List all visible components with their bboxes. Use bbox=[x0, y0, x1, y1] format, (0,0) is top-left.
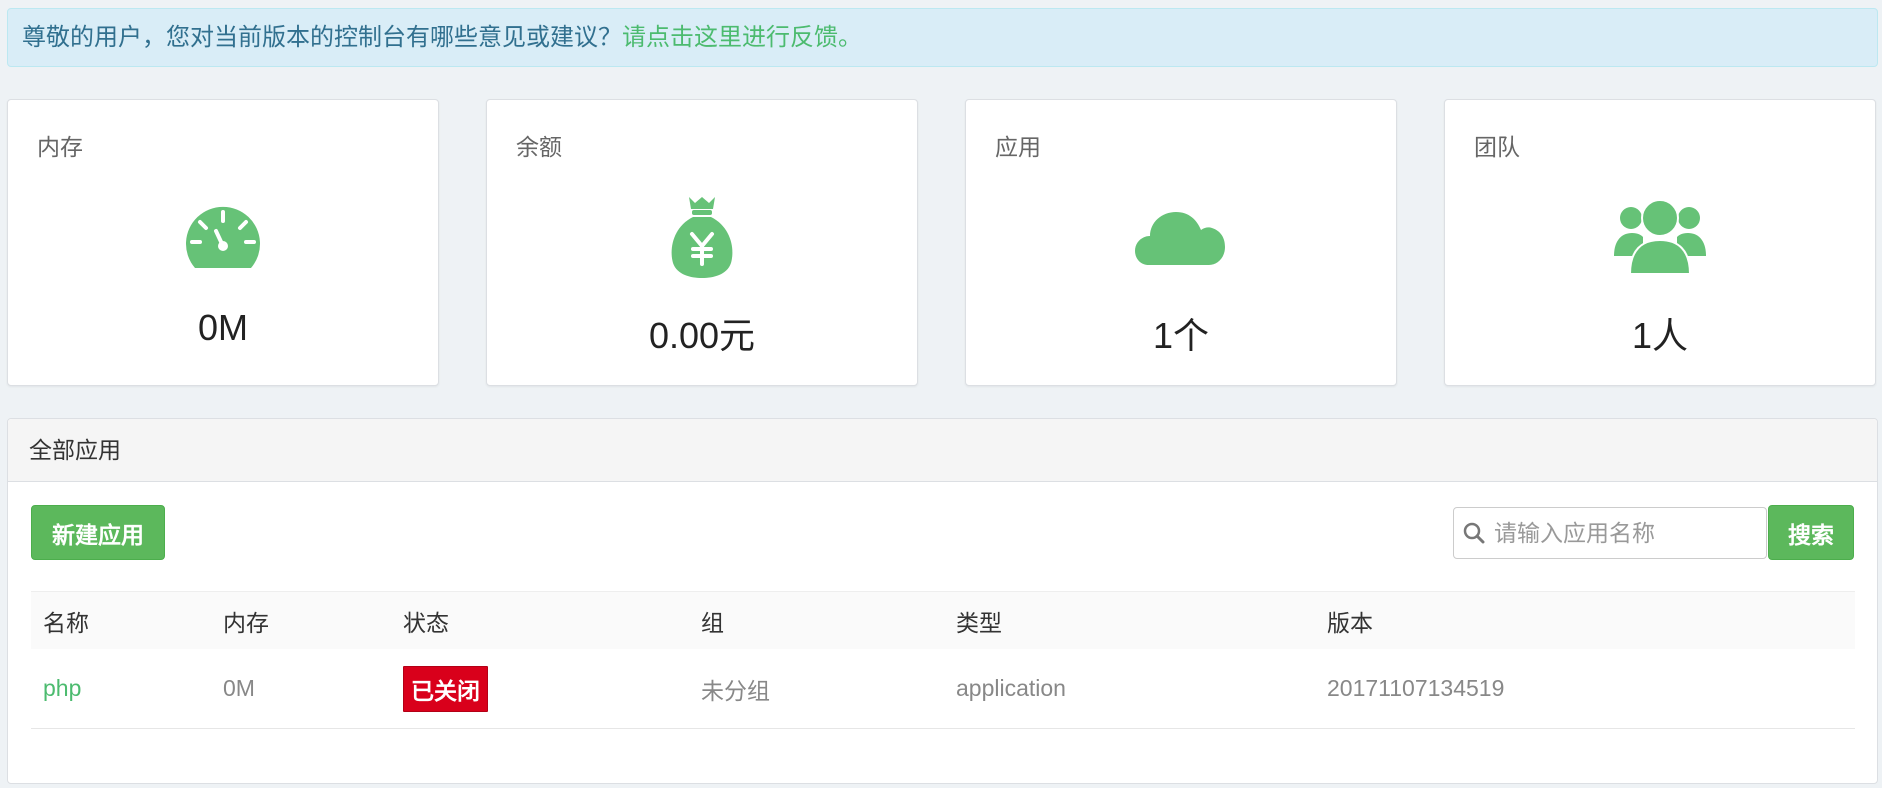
header-type: 类型 bbox=[956, 609, 1002, 636]
header-version: 版本 bbox=[1327, 609, 1373, 636]
stat-card-memory: 内存 0M bbox=[7, 99, 439, 386]
app-group: 未分组 bbox=[701, 677, 770, 704]
cloud-icon bbox=[1131, 191, 1231, 281]
app-memory: 0M bbox=[223, 675, 255, 701]
search-box bbox=[1453, 507, 1767, 559]
money-bag-icon bbox=[652, 191, 752, 281]
feedback-text: 尊敬的用户，您对当前版本的控制台有哪些意见或建议？ bbox=[22, 24, 622, 51]
stat-value: 1人 bbox=[1631, 315, 1689, 356]
header-name: 名称 bbox=[43, 609, 89, 636]
table-row: php 0M 已关闭 未分组 application 2017110713451… bbox=[31, 649, 1855, 729]
search-button[interactable]: 搜索 bbox=[1768, 505, 1854, 560]
apps-table: 名称 内存 状态 组 类型 版本 php 0M 已关闭 未分组 applicat… bbox=[31, 591, 1855, 729]
gauge-icon bbox=[173, 191, 273, 281]
app-type: application bbox=[956, 675, 1066, 701]
stat-value: 0M bbox=[197, 307, 248, 348]
new-app-button[interactable]: 新建应用 bbox=[31, 505, 165, 560]
stat-title: 内存 bbox=[37, 134, 83, 160]
stat-value: 0.00元 bbox=[648, 315, 756, 356]
feedback-link[interactable]: 请点击这里进行反馈。 bbox=[622, 24, 862, 51]
stat-card-team: 团队 1人 bbox=[1444, 99, 1876, 386]
app-version: 20171107134519 bbox=[1327, 675, 1505, 701]
header-memory: 内存 bbox=[223, 609, 269, 636]
stat-card-balance: 余额 0.00元 bbox=[486, 99, 918, 386]
app-name-link[interactable]: php bbox=[43, 675, 81, 702]
panel-title: 全部应用 bbox=[8, 419, 1877, 482]
users-icon bbox=[1610, 191, 1710, 281]
stat-card-apps: 应用 1个 bbox=[965, 99, 1397, 386]
header-status: 状态 bbox=[403, 609, 449, 636]
header-group: 组 bbox=[701, 609, 724, 636]
search-input[interactable] bbox=[1494, 519, 1760, 547]
status-badge: 已关闭 bbox=[403, 665, 488, 712]
stat-title: 应用 bbox=[995, 134, 1041, 160]
table-header: 名称 内存 状态 组 类型 版本 bbox=[31, 591, 1855, 649]
stat-title: 团队 bbox=[1474, 134, 1520, 160]
apps-panel: 全部应用 新建应用 搜索 名称 内存 状态 组 类型 版本 php 0M 已关闭… bbox=[7, 418, 1878, 784]
search-icon bbox=[1454, 522, 1494, 544]
stat-value: 1个 bbox=[1152, 315, 1210, 356]
stat-title: 余额 bbox=[516, 134, 562, 160]
feedback-alert: 尊敬的用户，您对当前版本的控制台有哪些意见或建议？请点击这里进行反馈。 bbox=[7, 8, 1878, 67]
